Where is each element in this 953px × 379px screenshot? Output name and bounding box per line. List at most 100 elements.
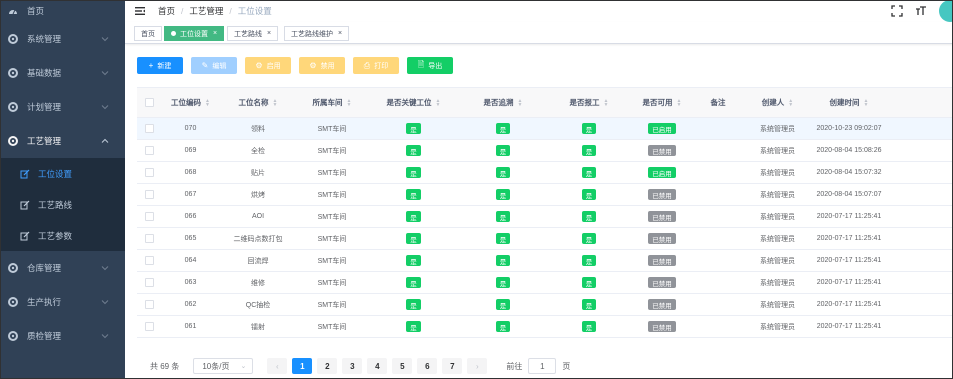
tag-process-route-maint[interactable]: 工艺路线维护 × (284, 26, 350, 41)
page-button[interactable]: 1 (292, 358, 313, 374)
prev-page-button[interactable]: ‹ (267, 358, 288, 374)
page-button[interactable]: 6 (417, 358, 438, 374)
page-button[interactable]: 4 (367, 358, 388, 374)
gear-icon: ⚙ (309, 61, 317, 70)
sidebar-item-plan[interactable]: 计划管理 (0, 90, 125, 124)
enable-button[interactable]: ⚙ 启用 (245, 57, 291, 74)
table-cell: 系统管理员 (744, 272, 811, 293)
sidebar-item-system[interactable]: 系统管理 (0, 22, 125, 56)
table-row[interactable]: 062 QC抽检 SMT车间 是 是 是 已禁用 系统管理员 2020-07-17 11:25:… (137, 294, 952, 316)
header-cell[interactable]: 备注 (692, 88, 744, 117)
cell-text: 镭射 (251, 323, 265, 331)
sort-icon[interactable]: ▲ ▼ (273, 98, 278, 107)
breadcrumb-parent[interactable]: 工艺管理 (189, 5, 223, 17)
cell-text: 066 (184, 213, 197, 220)
page-button[interactable]: 2 (317, 358, 338, 374)
table-row[interactable]: 068 贴片 SMT车间 是 是 是 已启用 系统管理员 2020-08-04 15:07:32 (137, 162, 952, 184)
row-checkbox[interactable] (145, 146, 154, 155)
tag-home[interactable]: 首页 (134, 26, 162, 41)
row-checkbox[interactable] (145, 300, 154, 309)
header-cell[interactable]: 是否追溯 ▲ ▼ (460, 88, 546, 117)
plus-icon: + (148, 61, 154, 70)
table-row[interactable]: 069 全检 SMT车间 是 是 是 已禁用 系统管理员 2020-08-04 15:08:26 (137, 140, 952, 162)
row-checkbox[interactable] (145, 256, 154, 265)
header-cell[interactable]: 创建时间 ▲ ▼ (811, 88, 887, 117)
disable-button[interactable]: ⚙ 禁用 (299, 57, 345, 74)
sort-icon[interactable]: ▲ ▼ (604, 98, 609, 107)
sidebar-item-home[interactable]: 首页 (0, 0, 125, 22)
table-row[interactable]: 065 二维码点数打包 SMT车间 是 是 是 已禁用 系统管理员 2020-07-17 11:… (137, 228, 952, 250)
table-row[interactable]: 061 镭射 SMT车间 是 是 是 已禁用 系统管理员 2020-07-17 11:25:41 (137, 316, 952, 338)
table-row[interactable]: 067 烘烤 SMT车间 是 是 是 已禁用 系统管理员 2020-08-04 15:07:07 (137, 184, 952, 206)
page-button[interactable]: 5 (392, 358, 413, 374)
table-row[interactable]: 064 回流焊 SMT车间 是 是 是 已禁用 系统管理员 2020-07-17 11:25:4… (137, 250, 952, 272)
next-page-button[interactable]: › (467, 358, 488, 374)
yes-badge: 是 (495, 277, 511, 288)
row-checkbox[interactable] (145, 234, 154, 243)
row-checkbox[interactable] (145, 212, 154, 221)
sort-icon[interactable]: ▲ ▼ (518, 98, 523, 107)
table-cell: 系统管理员 (744, 184, 811, 205)
new-button[interactable]: + 新建 (137, 57, 183, 74)
header-cell[interactable]: 是否关键工位 ▲ ▼ (367, 88, 460, 117)
header-cell[interactable]: 是否可用 ▲ ▼ (632, 88, 692, 117)
table-cell: SMT车间 (297, 184, 367, 205)
select-all-checkbox[interactable] (145, 98, 154, 107)
sidebar-item-process[interactable]: 工艺管理 (0, 124, 125, 158)
header-cell[interactable]: 所属车间 ▲ ▼ (297, 88, 367, 117)
tag-process-route[interactable]: 工艺路线 × (227, 26, 279, 41)
font-size-icon[interactable] (915, 5, 927, 17)
sort-icon[interactable]: ▲ ▼ (436, 98, 441, 107)
header-cell[interactable]: 工位编码 ▲ ▼ (162, 88, 219, 117)
navbar-right (891, 0, 953, 22)
row-checkbox[interactable] (145, 190, 154, 199)
table-cell: 061 (162, 316, 219, 337)
page-button[interactable]: 7 (442, 358, 463, 374)
close-icon[interactable]: × (338, 30, 342, 37)
row-checkbox[interactable] (145, 278, 154, 287)
sidebar-item-process-route[interactable]: 工艺路线 (0, 189, 125, 220)
header-cell (137, 88, 162, 117)
table-cell: 是 (546, 228, 632, 249)
sidebar-item-station-settings[interactable]: 工位设置 (0, 158, 125, 189)
sort-icon[interactable]: ▲ ▼ (864, 98, 869, 107)
navbar: 首页 / 工艺管理 / 工位设置 (125, 0, 953, 22)
print-button[interactable]: ⎙ 打印 (353, 57, 399, 74)
cell-text: 070 (184, 125, 197, 132)
edit-button[interactable]: ✎ 编辑 (191, 57, 237, 74)
table-row[interactable]: 063 维修 SMT车间 是 是 是 已禁用 系统管理员 2020-07-17 11:25:41 (137, 272, 952, 294)
sort-icon[interactable]: ▲ ▼ (677, 98, 682, 107)
close-icon[interactable]: × (267, 30, 271, 37)
sort-icon[interactable]: ▲ ▼ (788, 98, 793, 107)
breadcrumb-home[interactable]: 首页 (158, 5, 175, 17)
row-checkbox[interactable] (145, 322, 154, 331)
header-cell[interactable]: 是否报工 ▲ ▼ (546, 88, 632, 117)
tag-station-settings[interactable]: 工位设置 × (164, 26, 225, 41)
sort-icon[interactable]: ▲ ▼ (205, 98, 210, 107)
avatar[interactable] (939, 0, 953, 22)
header-cell[interactable]: 创建人 ▲ ▼ (744, 88, 811, 117)
table-row[interactable]: 066 AOI SMT车间 是 是 是 已禁用 系统管理员 2020-07-17 11:25:4… (137, 206, 952, 228)
status-badge: 已禁用 (648, 255, 676, 266)
goto-page-input[interactable]: 1 (528, 358, 557, 374)
sidebar-item-process-params[interactable]: 工艺参数 (0, 220, 125, 251)
cell-text: SMT车间 (317, 125, 347, 133)
status-badge: 已启用 (648, 123, 676, 134)
sidebar-item-warehouse[interactable]: 仓库管理 (0, 251, 125, 285)
fullscreen-icon[interactable] (891, 5, 903, 17)
table-cell: 063 (162, 272, 219, 293)
hamburger-icon[interactable] (135, 6, 145, 16)
close-icon[interactable]: × (213, 30, 217, 37)
sidebar-item-basedata[interactable]: 基础数据 (0, 56, 125, 90)
row-checkbox[interactable] (145, 168, 154, 177)
cell-text: 系统管理员 (760, 257, 795, 265)
page-size-select[interactable]: 10条/页 ⌄ (193, 358, 254, 374)
row-checkbox[interactable] (145, 124, 154, 133)
sidebar-item-production[interactable]: 生产执行 (0, 285, 125, 319)
export-button[interactable]: 🗎 导出 (407, 57, 453, 74)
page-button[interactable]: 3 (342, 358, 363, 374)
sidebar-item-quality[interactable]: 质检管理 (0, 319, 125, 353)
sort-icon[interactable]: ▲ ▼ (347, 98, 352, 107)
header-cell[interactable]: 工位名称 ▲ ▼ (219, 88, 297, 117)
table-row[interactable]: 070 领料 SMT车间 是 是 是 已启用 系统管理员 2020-10-23 09:02:07 (137, 118, 952, 140)
